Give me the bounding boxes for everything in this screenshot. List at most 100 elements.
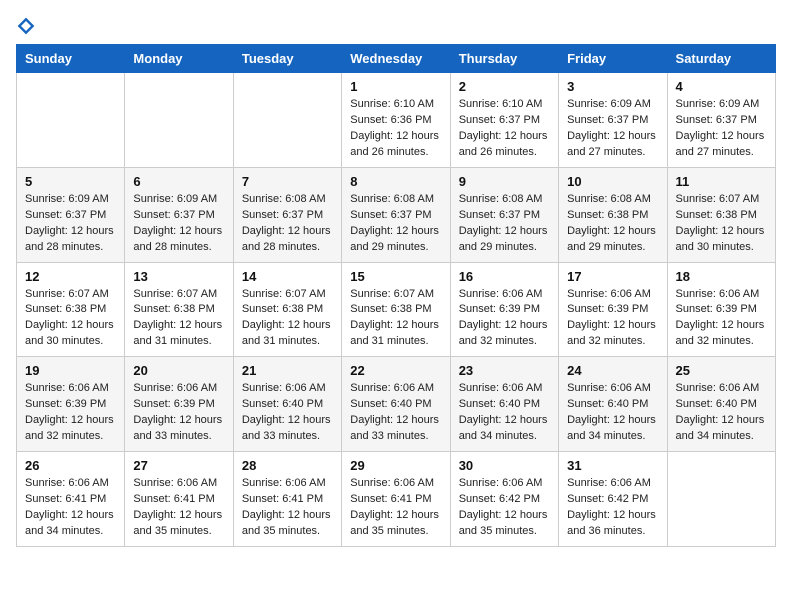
calendar-cell: 5 Sunrise: 6:09 AMSunset: 6:37 PMDaylight…	[17, 167, 125, 262]
day-number: 27	[133, 458, 224, 473]
calendar-cell: 31Sunrise: 6:06 AMSunset: 6:42 PMDayligh…	[559, 452, 667, 547]
sunrise-text: Sunrise: 6:09 AM	[567, 97, 658, 113]
day-number: 26	[25, 458, 116, 473]
calendar-cell	[233, 73, 341, 168]
daylight-minutes-text: and 29 minutes.	[350, 240, 441, 256]
daylight-hours-text: Daylight: 12 hours	[350, 508, 441, 524]
sunset-text: Sunset: 6:37 PM	[676, 113, 767, 129]
daylight-minutes-text: and 32 minutes.	[459, 334, 550, 350]
sunrise-text: Sunrise: 6:08 AM	[459, 192, 550, 208]
daylight-minutes-text: and 33 minutes.	[133, 429, 224, 445]
day-number: 8	[350, 174, 441, 189]
calendar-cell: 3Sunrise: 6:09 AMSunset: 6:37 PMDaylight…	[559, 73, 667, 168]
calendar-cell: 1Sunrise: 6:10 AMSunset: 6:36 PMDaylight…	[342, 73, 450, 168]
daylight-hours-text: Daylight: 12 hours	[350, 413, 441, 429]
logo-icon	[16, 16, 36, 36]
day-number: 30	[459, 458, 550, 473]
daylight-minutes-text: and 34 minutes.	[567, 429, 658, 445]
daylight-hours-text: Daylight: 12 hours	[459, 129, 550, 145]
day-number: 5	[25, 174, 116, 189]
sunrise-text: Sunrise: 6:06 AM	[133, 476, 224, 492]
daylight-hours-text: Daylight: 12 hours	[567, 413, 658, 429]
daylight-hours-text: Daylight: 12 hours	[459, 508, 550, 524]
sunrise-text: Sunrise: 6:07 AM	[350, 287, 441, 303]
sunrise-text: Sunrise: 6:07 AM	[676, 192, 767, 208]
calendar-cell: 26 Sunrise: 6:06 AMSunset: 6:41 PMDayligh…	[17, 452, 125, 547]
daylight-hours-text: Daylight: 12 hours	[25, 318, 116, 334]
calendar-cell: 10Sunrise: 6:08 AMSunset: 6:38 PMDayligh…	[559, 167, 667, 262]
day-info: Sunrise: 6:09 AMSunset: 6:37 PMDaylight:…	[676, 97, 767, 161]
daylight-hours-text: Daylight: 12 hours	[350, 129, 441, 145]
weekday-header-friday: Friday	[559, 45, 667, 73]
sunrise-text: Sunrise: 6:06 AM	[242, 476, 333, 492]
daylight-minutes-text: and 29 minutes.	[459, 240, 550, 256]
sunrise-text: Sunrise: 6:06 AM	[567, 476, 658, 492]
sunset-text: Sunset: 6:41 PM	[350, 492, 441, 508]
daylight-minutes-text: and 32 minutes.	[676, 334, 767, 350]
daylight-minutes-text: and 27 minutes.	[676, 145, 767, 161]
daylight-minutes-text: and 28 minutes.	[242, 240, 333, 256]
day-info: Sunrise: 6:06 AMSunset: 6:41 PMDaylight:…	[25, 476, 116, 540]
daylight-hours-text: Daylight: 12 hours	[133, 413, 224, 429]
daylight-hours-text: Daylight: 12 hours	[25, 224, 116, 240]
sunrise-text: Sunrise: 6:06 AM	[676, 287, 767, 303]
sunrise-text: Sunrise: 6:06 AM	[133, 381, 224, 397]
daylight-minutes-text: and 29 minutes.	[567, 240, 658, 256]
sunset-text: Sunset: 6:40 PM	[459, 397, 550, 413]
day-number: 22	[350, 363, 441, 378]
day-info: Sunrise: 6:06 AMSunset: 6:40 PMDaylight:…	[350, 381, 441, 445]
daylight-minutes-text: and 28 minutes.	[133, 240, 224, 256]
calendar-cell: 16Sunrise: 6:06 AMSunset: 6:39 PMDayligh…	[450, 262, 558, 357]
day-info: Sunrise: 6:09 AMSunset: 6:37 PMDaylight:…	[25, 192, 116, 256]
sunset-text: Sunset: 6:39 PM	[25, 397, 116, 413]
daylight-minutes-text: and 31 minutes.	[133, 334, 224, 350]
day-number: 15	[350, 269, 441, 284]
daylight-minutes-text: and 26 minutes.	[350, 145, 441, 161]
day-info: Sunrise: 6:06 AMSunset: 6:42 PMDaylight:…	[459, 476, 550, 540]
sunrise-text: Sunrise: 6:06 AM	[350, 476, 441, 492]
day-info: Sunrise: 6:07 AMSunset: 6:38 PMDaylight:…	[133, 287, 224, 351]
sunrise-text: Sunrise: 6:06 AM	[567, 381, 658, 397]
day-number: 28	[242, 458, 333, 473]
day-info: Sunrise: 6:06 AMSunset: 6:41 PMDaylight:…	[133, 476, 224, 540]
daylight-hours-text: Daylight: 12 hours	[459, 318, 550, 334]
sunrise-text: Sunrise: 6:06 AM	[459, 476, 550, 492]
day-info: Sunrise: 6:07 AMSunset: 6:38 PMDaylight:…	[350, 287, 441, 351]
sunrise-text: Sunrise: 6:08 AM	[350, 192, 441, 208]
daylight-minutes-text: and 31 minutes.	[350, 334, 441, 350]
weekday-header-monday: Monday	[125, 45, 233, 73]
calendar-cell: 13Sunrise: 6:07 AMSunset: 6:38 PMDayligh…	[125, 262, 233, 357]
daylight-minutes-text: and 34 minutes.	[25, 524, 116, 540]
day-number: 6	[133, 174, 224, 189]
day-number: 17	[567, 269, 658, 284]
header	[16, 16, 776, 36]
sunset-text: Sunset: 6:38 PM	[350, 302, 441, 318]
day-number: 9	[459, 174, 550, 189]
daylight-hours-text: Daylight: 12 hours	[676, 318, 767, 334]
sunset-text: Sunset: 6:40 PM	[350, 397, 441, 413]
daylight-minutes-text: and 33 minutes.	[242, 429, 333, 445]
sunset-text: Sunset: 6:37 PM	[350, 208, 441, 224]
sunrise-text: Sunrise: 6:06 AM	[459, 381, 550, 397]
sunset-text: Sunset: 6:39 PM	[459, 302, 550, 318]
sunrise-text: Sunrise: 6:06 AM	[242, 381, 333, 397]
calendar-week-2: 5Sunrise: 6:09 AMSunset: 6:37 PMDaylight…	[17, 167, 776, 262]
sunset-text: Sunset: 6:42 PM	[567, 492, 658, 508]
daylight-hours-text: Daylight: 12 hours	[350, 318, 441, 334]
day-number: 12	[25, 269, 116, 284]
daylight-minutes-text: and 35 minutes.	[350, 524, 441, 540]
sunset-text: Sunset: 6:42 PM	[459, 492, 550, 508]
sunset-text: Sunset: 6:41 PM	[25, 492, 116, 508]
day-info: Sunrise: 6:07 AMSunset: 6:38 PMDaylight:…	[25, 287, 116, 351]
day-number: 4	[676, 79, 767, 94]
sunrise-text: Sunrise: 6:09 AM	[25, 192, 116, 208]
day-number: 24	[567, 363, 658, 378]
calendar-cell: 18Sunrise: 6:06 AMSunset: 6:39 PMDayligh…	[667, 262, 775, 357]
day-info: Sunrise: 6:06 AMSunset: 6:40 PMDaylight:…	[459, 381, 550, 445]
day-info: Sunrise: 6:10 AMSunset: 6:37 PMDaylight:…	[459, 97, 550, 161]
daylight-hours-text: Daylight: 12 hours	[242, 318, 333, 334]
daylight-hours-text: Daylight: 12 hours	[567, 508, 658, 524]
daylight-hours-text: Daylight: 12 hours	[567, 129, 658, 145]
daylight-minutes-text: and 31 minutes.	[242, 334, 333, 350]
weekday-header-thursday: Thursday	[450, 45, 558, 73]
